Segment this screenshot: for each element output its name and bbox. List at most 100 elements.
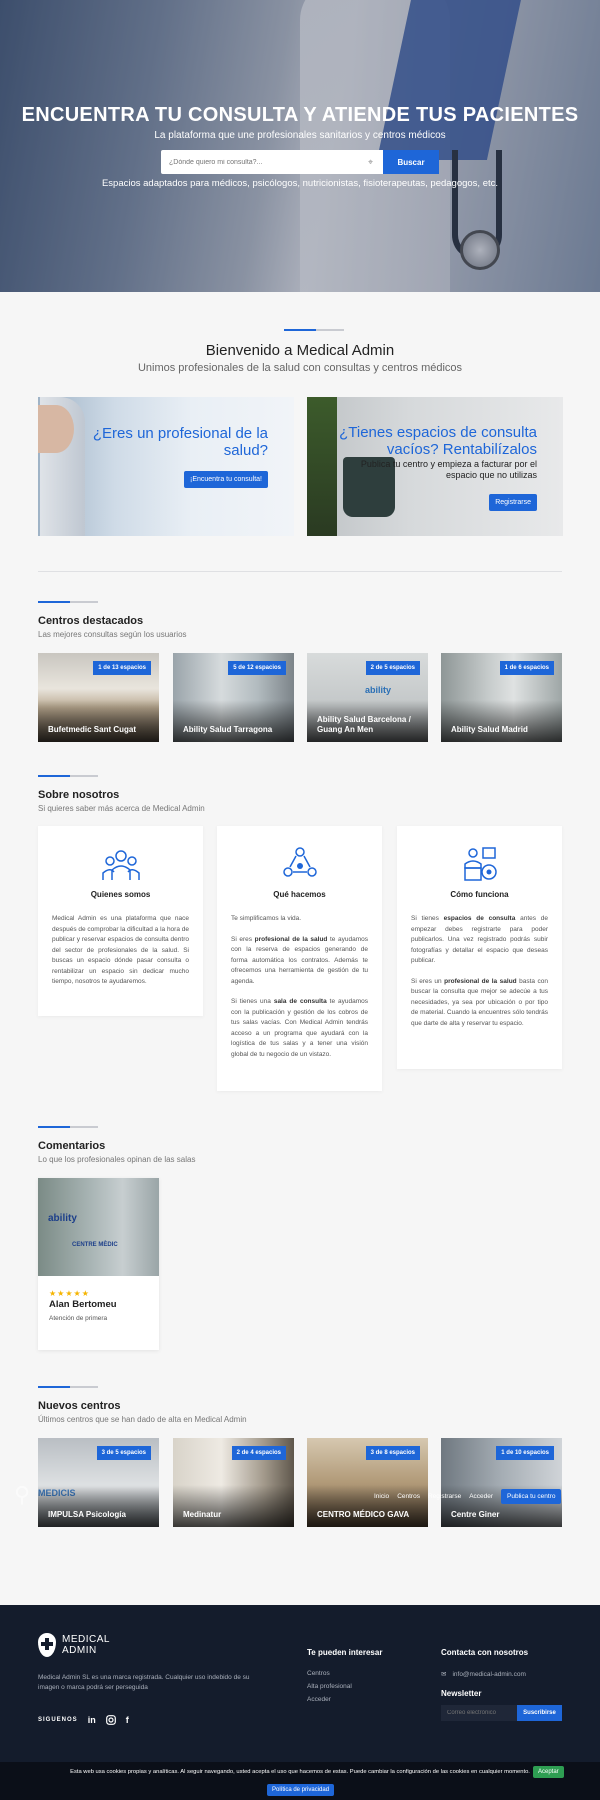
cookie-banner: Esta web usa cookies propias y analítica… [0, 1762, 600, 1800]
comments-subtitle: Lo que los profesionales opinan de las s… [38, 1155, 196, 1164]
rating-stars-icon: ★★★★★ [49, 1289, 90, 1298]
promo-centers: ¿Tienes espacios de consulta vacíos? Ren… [307, 397, 563, 536]
linkedin-icon[interactable]: in [88, 1715, 96, 1725]
about-col3-text2: Si eres un profesional de la salud basta… [411, 977, 549, 1027]
comment-author: Alan Bertomeu [49, 1299, 117, 1310]
footer-link-alta[interactable]: Alta profesional [307, 1683, 352, 1690]
publish-center-button[interactable]: Publica tu centro [501, 1489, 562, 1504]
mail-icon: ✉ [441, 1671, 447, 1678]
center-card[interactable]: 5 de 12 espacios Ability Salud Tarragona [173, 653, 294, 742]
privacy-policy-button[interactable]: Política de privacidad [267, 1784, 335, 1796]
footer-link-acceder[interactable]: Acceder [307, 1696, 331, 1703]
featured-subtitle: Las mejores consultas según los usuarios [38, 630, 187, 639]
featured-title: Centros destacados [38, 615, 144, 627]
center-name: Centre Giner [451, 1510, 500, 1519]
comments-title: Comentarios [38, 1140, 106, 1152]
page: ENCUENTRA TU CONSULTA Y ATIENDE TUS PACI… [0, 0, 600, 1800]
newsletter-email-input[interactable] [441, 1705, 517, 1721]
center-name: Bufetmedic Sant Cugat [48, 725, 137, 734]
footer-contact-title: Contacta con nosotros [441, 1648, 529, 1657]
nav-item-acceder[interactable]: Acceder [469, 1493, 493, 1500]
center-card[interactable]: ability 2 de 5 espacios Ability Salud Ba… [307, 653, 428, 742]
center-name: Ability Salud Barcelona / Guang An Men [317, 715, 411, 734]
about-card-hacemos: Qué hacemos Te simplificamos la vida. Si… [217, 826, 382, 1091]
social-links: SIGUENOS in f [38, 1715, 129, 1725]
nav-item-registrarse[interactable]: Registrarse [428, 1493, 461, 1500]
spaces-badge: 1 de 10 espacios [496, 1446, 554, 1460]
spaces-badge: 2 de 4 espacios [231, 1446, 286, 1460]
welcome-subtitle: Unimos profesionales de la salud con con… [137, 362, 463, 374]
instagram-icon[interactable] [105, 1715, 116, 1725]
section-divider [38, 1386, 98, 1388]
overlay-nav: Inicio Centros Registrarse Acceder Publi… [374, 1489, 562, 1504]
spaces-badge: 1 de 13 espacios [93, 661, 151, 675]
footer-legal-text: Medical Admin SL es una marca registrada… [38, 1674, 250, 1691]
about-col3-title: Cómo funciona [450, 890, 509, 899]
facebook-icon[interactable]: f [126, 1715, 129, 1725]
hero-subtitle: La plataforma que une profesionales sani… [154, 130, 446, 141]
hero-section: ENCUENTRA TU CONSULTA Y ATIENDE TUS PACI… [0, 0, 600, 292]
follow-label: SIGUENOS [38, 1717, 78, 1723]
nav-item-centros[interactable]: Centros [397, 1493, 420, 1500]
divider [38, 571, 562, 572]
spaces-badge: 2 de 5 espacios [365, 661, 420, 675]
about-col2-text1: Te simplificamos la vida. [231, 915, 302, 922]
promo-centers-title: ¿Tienes espacios de consulta vacíos? Ren… [339, 424, 537, 458]
search-input[interactable] [169, 158, 368, 166]
location-pin-icon[interactable]: ⌖ [368, 157, 375, 167]
center-card[interactable]: 3 de 8 espacios CENTRO MÉDICO GAVA [307, 1438, 428, 1527]
team-icon [102, 850, 140, 880]
search-button[interactable]: Buscar [383, 150, 439, 174]
register-button[interactable]: Registrarse [489, 494, 537, 511]
section-divider [38, 601, 98, 603]
center-name: Ability Salud Tarragona [183, 725, 273, 734]
find-consulta-button[interactable]: ¡Encuentra tu consulta! [184, 471, 268, 488]
about-col1-text: Medical Admin es una plataforma que nace… [52, 915, 189, 985]
hero-title: ENCUENTRA TU CONSULTA Y ATIENDE TUS PACI… [21, 104, 579, 126]
cookie-text: Esta web usa cookies propias y analítica… [70, 1769, 530, 1775]
about-title: Sobre nosotros [38, 789, 120, 801]
new-centers-subtitle: Últimos centros que se han dado de alta … [38, 1415, 247, 1424]
medical-cross-icon [38, 1633, 56, 1657]
newsletter-title: Newsletter [441, 1689, 482, 1698]
spaces-badge: 5 de 12 espacios [228, 661, 286, 675]
comment-text: Atención de primera [49, 1315, 108, 1322]
about-col2-text2: Si eres profesional de la salud te ayuda… [231, 935, 368, 985]
center-card[interactable]: 1 de 13 espacios Bufetmedic Sant Cugat [38, 653, 159, 742]
center-name: Ability Salud Madrid [451, 725, 528, 734]
newsletter-form: Suscribirse [441, 1705, 562, 1721]
footer-interest-title: Te pueden interesar [307, 1648, 383, 1657]
about-card-quienes: Quienes somos Medical Admin es una plata… [38, 826, 203, 1016]
about-subtitle: Si quieres saber más acerca de Medical A… [38, 804, 205, 813]
search-field[interactable]: ⌖ [161, 150, 383, 174]
center-card[interactable]: MEDICIS 3 de 5 espacios IMPULSA Psicolog… [38, 1438, 159, 1527]
ability-logo: ability [365, 685, 392, 695]
search-bar: ⌖ Buscar [161, 150, 439, 174]
nav-item-inicio[interactable]: Inicio [374, 1493, 389, 1500]
welcome-title: Bienvenido a Medical Admin [205, 342, 395, 359]
center-card[interactable]: 1 de 10 espacios Centre Giner [441, 1438, 562, 1527]
hero-spaces-text: Espacios adaptados para médicos, psicólo… [101, 178, 499, 189]
footer-email[interactable]: ✉ info@medical-admin.com [441, 1670, 526, 1679]
comment-image: ability CENTRE MÈDIC [38, 1178, 159, 1276]
section-divider [38, 775, 98, 777]
new-centers-title: Nuevos centros [38, 1400, 121, 1412]
spaces-badge: 1 de 6 espacios [499, 661, 554, 675]
comment-card: ability CENTRE MÈDIC ★★★★★ Alan Bertomeu… [38, 1178, 159, 1350]
center-name: CENTRO MÉDICO GAVA [317, 1510, 410, 1519]
promo-professional-title: ¿Eres un profesional de la salud? [92, 425, 268, 459]
subscribe-button[interactable]: Suscribirse [517, 1705, 562, 1721]
center-name: IMPULSA Psicología [48, 1510, 126, 1519]
about-col3-text1: Si tienes espacios de consulta antes de … [411, 915, 548, 964]
center-name: Medinatur [183, 1510, 222, 1519]
section-divider [38, 1126, 98, 1128]
about-card-funciona: Cómo funciona Si tienes espacios de cons… [397, 826, 562, 1069]
footer-link-centros[interactable]: Centros [307, 1670, 330, 1677]
cookie-accept-button[interactable]: Aceptar [533, 1766, 564, 1778]
footer-logo[interactable]: MEDICAL ADMIN [38, 1633, 110, 1657]
process-icon [464, 847, 497, 881]
spaces-badge: 3 de 8 espacios [365, 1446, 420, 1460]
promo-professional: ¿Eres un profesional de la salud? ¡Encue… [38, 397, 294, 536]
center-card[interactable]: 2 de 4 espacios Medinatur [173, 1438, 294, 1527]
center-card[interactable]: 1 de 6 espacios Ability Salud Madrid [441, 653, 562, 742]
